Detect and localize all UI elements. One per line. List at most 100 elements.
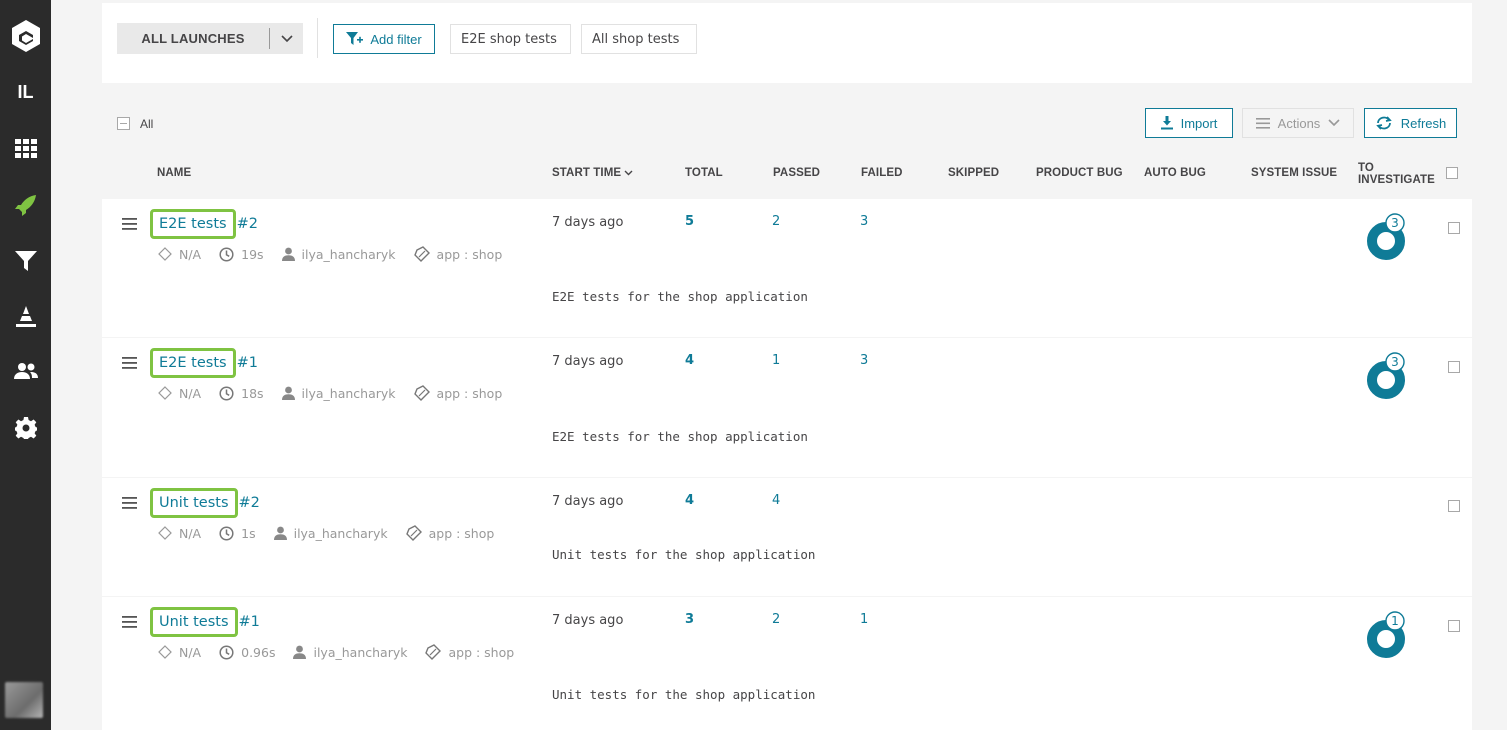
- attribute[interactable]: app : shop: [413, 246, 502, 262]
- tag-icon: [405, 525, 422, 541]
- row-checkbox[interactable]: [1448, 500, 1460, 512]
- import-button[interactable]: Import: [1145, 108, 1233, 138]
- launch-number[interactable]: #2: [237, 216, 258, 232]
- passed-count[interactable]: 4: [772, 493, 780, 508]
- start-time: 7 days ago: [552, 354, 624, 369]
- sort-chevron-icon: [624, 170, 633, 176]
- launch-name-link[interactable]: Unit tests: [150, 607, 238, 637]
- to-investigate-line2: INVESTIGATE: [1358, 174, 1435, 186]
- passed-count[interactable]: 1: [772, 353, 780, 368]
- menu-icon[interactable]: [122, 615, 137, 633]
- total-count[interactable]: 3: [685, 612, 694, 627]
- duration-label: 19s: [241, 246, 264, 262]
- launch-name[interactable]: Unit tests #2: [150, 488, 260, 518]
- launch-description: Unit tests for the shop application: [552, 687, 816, 702]
- launch-name-link[interactable]: E2E tests: [150, 348, 236, 378]
- to-investigate-count: 1: [1391, 614, 1399, 628]
- add-filter-button[interactable]: Add filter: [333, 24, 435, 54]
- launch-name[interactable]: Unit tests #1: [150, 607, 260, 637]
- total-count[interactable]: 4: [685, 353, 694, 368]
- duration-label: 18s: [241, 385, 264, 401]
- column-header-to-investigate[interactable]: TO INVESTIGATE: [1358, 162, 1435, 186]
- filter-tab-e2e-shop-tests[interactable]: E2E shop tests: [450, 24, 571, 54]
- failed-count[interactable]: 1: [860, 612, 868, 627]
- chevron-down-icon[interactable]: [270, 34, 303, 43]
- total-count[interactable]: 4: [685, 493, 694, 508]
- filters-icon[interactable]: [0, 233, 51, 289]
- add-filter-icon: [346, 32, 364, 45]
- launch-meta: N/A 0.96s ilya_hancharyk app : shop: [158, 644, 532, 660]
- passed-count[interactable]: 2: [772, 214, 780, 229]
- chevron-down-icon: [1328, 119, 1340, 127]
- tag-icon: [413, 246, 430, 262]
- failed-count[interactable]: 3: [860, 214, 868, 229]
- launch-name[interactable]: E2E tests #1: [150, 348, 258, 378]
- column-header-name[interactable]: NAME: [157, 167, 191, 179]
- table-row: E2E tests #2 N/A 19s ilya_hancharyk app …: [102, 199, 1472, 337]
- launch-number[interactable]: #2: [239, 495, 260, 511]
- download-icon: [1160, 116, 1173, 130]
- column-header-passed[interactable]: PASSED: [773, 167, 820, 179]
- project-badge[interactable]: IL: [0, 64, 51, 120]
- passed-count[interactable]: 2: [772, 612, 780, 627]
- column-header-skipped[interactable]: SKIPPED: [948, 167, 999, 179]
- avatar[interactable]: [5, 682, 43, 718]
- launch-select[interactable]: ALL LAUNCHES: [117, 23, 303, 54]
- actions-dropdown[interactable]: Actions: [1242, 108, 1354, 138]
- na-label: N/A: [179, 385, 202, 401]
- header-checkbox[interactable]: [1446, 167, 1458, 179]
- row-checkbox[interactable]: [1448, 361, 1460, 373]
- menu-icon: [1255, 117, 1270, 129]
- menu-icon[interactable]: [122, 217, 137, 235]
- attribute[interactable]: app : shop: [413, 385, 502, 401]
- column-header-total[interactable]: TOTAL: [685, 167, 723, 179]
- owner[interactable]: ilya_hancharyk: [281, 386, 396, 401]
- members-icon[interactable]: [0, 343, 51, 399]
- settings-icon[interactable]: [0, 400, 51, 456]
- launches-icon[interactable]: [0, 177, 51, 233]
- duration-label: 0.96s: [241, 644, 276, 660]
- launch-number[interactable]: #1: [239, 614, 260, 630]
- project-badge-label: IL: [17, 81, 34, 102]
- to-investigate-donut[interactable]: 3: [1364, 213, 1408, 263]
- duration-label: 1s: [241, 525, 256, 541]
- to-investigate-donut[interactable]: 1: [1364, 611, 1408, 661]
- diamond-icon: [158, 247, 172, 261]
- launch-name[interactable]: E2E tests #2: [150, 209, 258, 239]
- owner[interactable]: ilya_hancharyk: [281, 246, 396, 262]
- user-icon: [281, 386, 295, 400]
- na-label: N/A: [179, 644, 202, 660]
- select-all-checkbox[interactable]: [117, 117, 130, 130]
- owner-label: ilya_hancharyk: [301, 246, 396, 262]
- table-row: E2E tests #1 N/A 18s ilya_hancharyk app …: [102, 338, 1472, 477]
- to-investigate-donut[interactable]: 3: [1364, 352, 1408, 402]
- column-header-failed[interactable]: FAILED: [861, 167, 903, 179]
- owner-label: ilya_hancharyk: [313, 644, 408, 660]
- logo-icon[interactable]: [0, 8, 51, 64]
- column-header-system-issue[interactable]: SYSTEM ISSUE: [1251, 167, 1337, 179]
- total-count[interactable]: 5: [685, 214, 694, 229]
- row-checkbox[interactable]: [1448, 222, 1460, 234]
- diamond-icon: [158, 645, 172, 659]
- row-checkbox[interactable]: [1448, 620, 1460, 632]
- launch-number[interactable]: #1: [237, 355, 258, 371]
- dashboard-icon[interactable]: [0, 121, 51, 177]
- launch-name-link[interactable]: Unit tests: [150, 488, 238, 518]
- launch-name-link[interactable]: E2E tests: [150, 209, 236, 239]
- owner[interactable]: ilya_hancharyk: [273, 526, 388, 541]
- column-header-start-time[interactable]: START TIME: [552, 167, 633, 179]
- owner[interactable]: ilya_hancharyk: [293, 645, 407, 660]
- failed-count[interactable]: 3: [860, 353, 868, 368]
- filter-tab-all-shop-tests[interactable]: All shop tests: [581, 24, 697, 54]
- debug-icon[interactable]: [0, 289, 51, 345]
- menu-icon[interactable]: [122, 356, 137, 374]
- start-time-label: START TIME: [552, 167, 622, 179]
- refresh-button[interactable]: Refresh: [1364, 108, 1457, 138]
- column-header-product-bug[interactable]: PRODUCT BUG: [1036, 167, 1123, 179]
- menu-icon[interactable]: [122, 496, 137, 514]
- table-row: Unit tests #2 N/A 1s ilya_hancharyk app …: [102, 478, 1472, 596]
- tag-icon: [425, 644, 442, 660]
- attribute[interactable]: app : shop: [405, 525, 494, 541]
- attribute[interactable]: app : shop: [425, 644, 514, 660]
- column-header-auto-bug[interactable]: AUTO BUG: [1144, 167, 1206, 179]
